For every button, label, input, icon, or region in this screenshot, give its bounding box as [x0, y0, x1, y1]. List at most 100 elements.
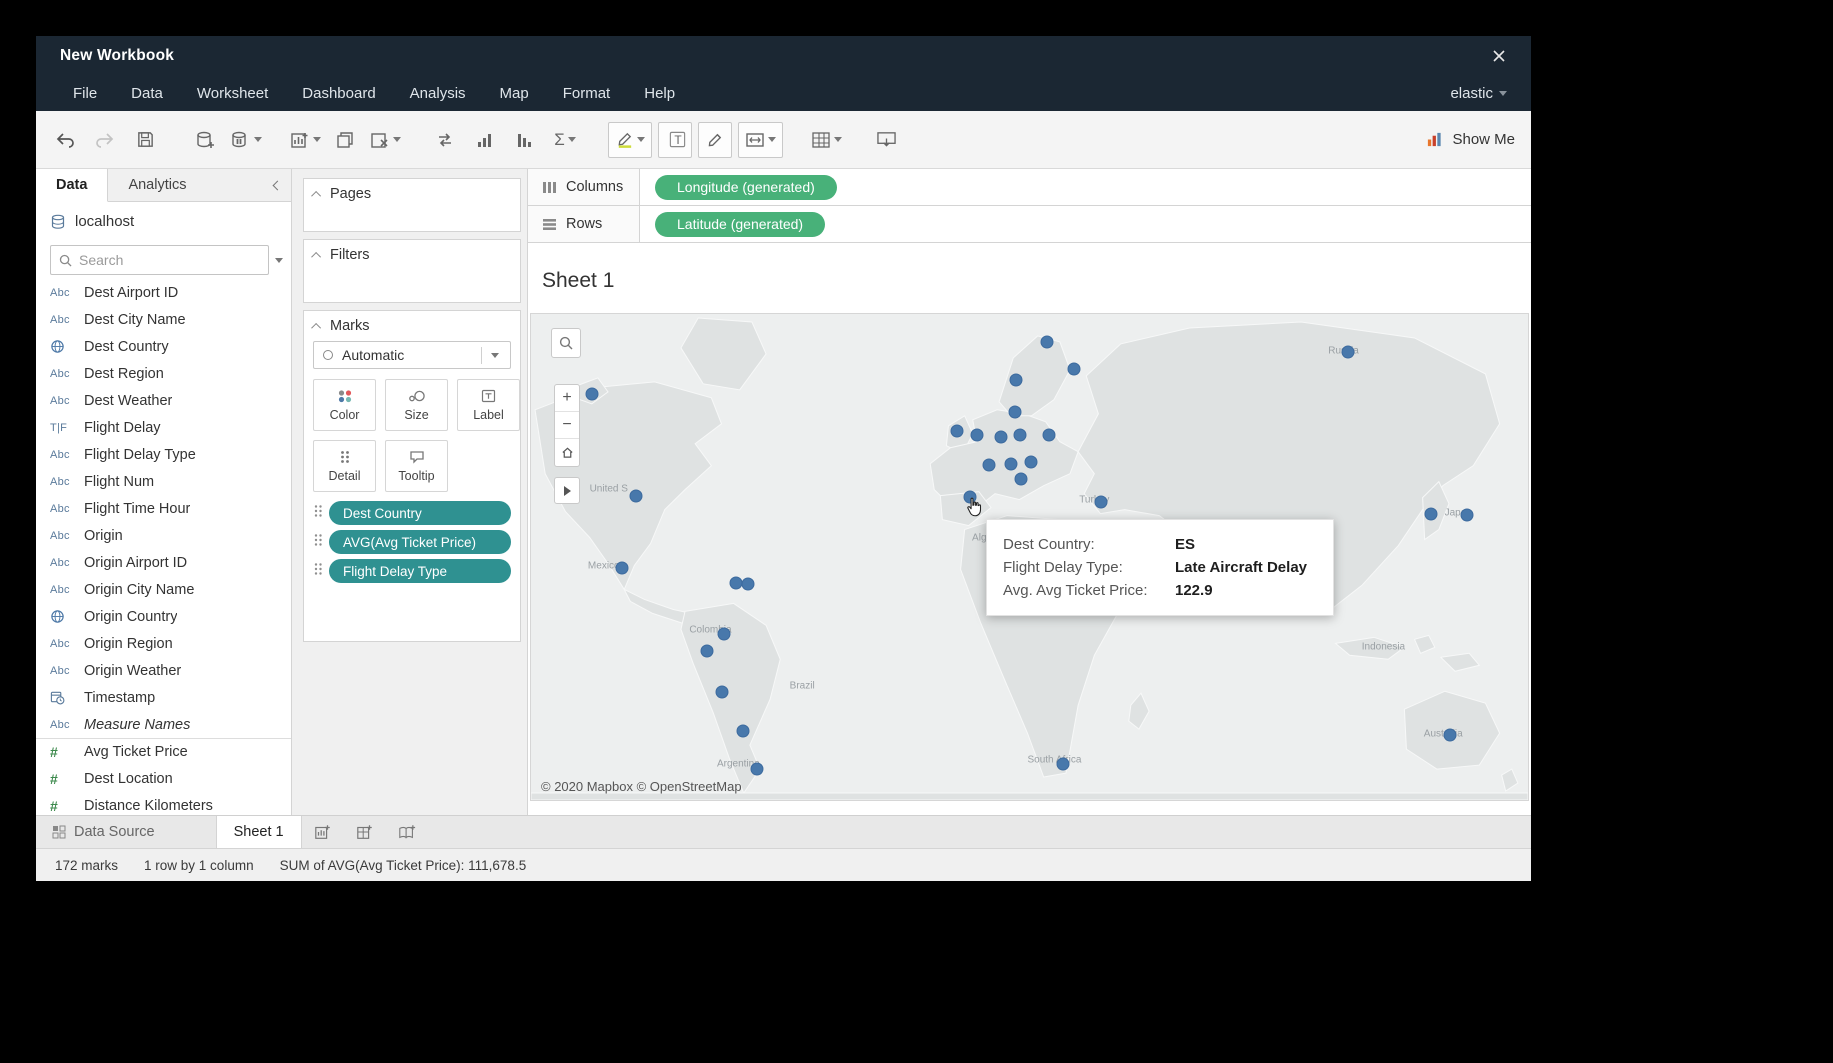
- map-mark[interactable]: [585, 387, 598, 400]
- field-distance-kilometers[interactable]: #Distance Kilometers: [36, 792, 291, 815]
- user-menu[interactable]: elastic: [1450, 85, 1507, 102]
- label-button[interactable]: Label: [457, 379, 520, 431]
- tab-data[interactable]: Data: [36, 169, 108, 202]
- redo-button[interactable]: [88, 122, 122, 158]
- field-dest-city-name[interactable]: AbcDest City Name: [36, 306, 291, 333]
- cell-size-button[interactable]: [809, 122, 843, 158]
- map-mark[interactable]: [1004, 457, 1017, 470]
- columns-pill-longitude[interactable]: Longitude (generated): [655, 175, 837, 200]
- map-mark[interactable]: [1444, 729, 1457, 742]
- map-mark[interactable]: [1068, 362, 1081, 375]
- size-button[interactable]: Size: [385, 379, 448, 431]
- field-avg-ticket-price[interactable]: #Avg Ticket Price: [36, 738, 291, 765]
- menu-item-format[interactable]: Format: [563, 85, 611, 102]
- marks-pill-dest-country[interactable]: Dest Country: [329, 501, 511, 525]
- map-plot[interactable]: + − Dest Country:ESFlight Delay Type:Lat…: [530, 313, 1529, 801]
- menu-item-map[interactable]: Map: [500, 85, 529, 102]
- rows-pill-latitude[interactable]: Latitude (generated): [655, 212, 825, 237]
- field-origin[interactable]: AbcOrigin: [36, 522, 291, 549]
- mark-type-selector[interactable]: Automatic: [313, 341, 511, 369]
- columns-shelf[interactable]: Columns Longitude (generated): [528, 169, 1531, 206]
- map-mark[interactable]: [615, 561, 628, 574]
- sheet-1-tab[interactable]: Sheet 1: [216, 816, 302, 848]
- new-data-source-button[interactable]: [188, 122, 222, 158]
- field-measure-names[interactable]: AbcMeasure Names: [36, 711, 291, 738]
- pause-updates-button[interactable]: [228, 122, 262, 158]
- map-mark[interactable]: [742, 578, 755, 591]
- field-dest-country[interactable]: Dest Country: [36, 333, 291, 360]
- view-options-caret-icon[interactable]: [275, 258, 283, 263]
- tab-analytics[interactable]: Analytics: [108, 169, 206, 201]
- map-mark[interactable]: [737, 724, 750, 737]
- map-mark[interactable]: [1014, 472, 1027, 485]
- map-mark[interactable]: [1008, 405, 1021, 418]
- map-mark[interactable]: [1057, 758, 1070, 771]
- rows-shelf[interactable]: Rows Latitude (generated): [528, 206, 1531, 243]
- save-button[interactable]: [128, 122, 162, 158]
- pages-card[interactable]: Pages: [303, 178, 521, 232]
- field-timestamp[interactable]: Timestamp: [36, 684, 291, 711]
- map-mark[interactable]: [716, 686, 729, 699]
- marks-pill-flight-delay-type[interactable]: Flight Delay Type: [329, 559, 511, 583]
- field-origin-weather[interactable]: AbcOrigin Weather: [36, 657, 291, 684]
- field-flight-time-hour[interactable]: AbcFlight Time Hour: [36, 495, 291, 522]
- undo-button[interactable]: [48, 122, 82, 158]
- field-dest-location[interactable]: #Dest Location: [36, 765, 291, 792]
- map-controls-flyout-button[interactable]: [554, 477, 580, 504]
- fit-selector[interactable]: [738, 122, 783, 158]
- presentation-mode-button[interactable]: [869, 122, 903, 158]
- map-mark[interactable]: [718, 628, 731, 641]
- menu-item-analysis[interactable]: Analysis: [410, 85, 466, 102]
- map-mark[interactable]: [1341, 345, 1354, 358]
- highlight-button[interactable]: [608, 122, 652, 158]
- totals-button[interactable]: Σ: [548, 122, 582, 158]
- map-mark[interactable]: [629, 489, 642, 502]
- menu-item-help[interactable]: Help: [644, 85, 675, 102]
- map-mark[interactable]: [982, 458, 995, 471]
- zoom-in-button[interactable]: +: [555, 385, 579, 412]
- data-source-connection[interactable]: localhost: [36, 202, 291, 241]
- map-mark[interactable]: [751, 762, 764, 775]
- field-flight-num[interactable]: AbcFlight Num: [36, 468, 291, 495]
- new-dashboard-tab-button[interactable]: [344, 816, 386, 848]
- map-mark[interactable]: [1425, 507, 1438, 520]
- marks-pill-avg-avg-ticket-price-[interactable]: AVG(Avg Ticket Price): [329, 530, 511, 554]
- zoom-out-button[interactable]: −: [555, 412, 579, 439]
- map-mark[interactable]: [701, 645, 714, 658]
- swap-axes-button[interactable]: [428, 122, 462, 158]
- field-flight-delay-type[interactable]: AbcFlight Delay Type: [36, 441, 291, 468]
- map-search-button[interactable]: [551, 328, 581, 358]
- map-mark[interactable]: [970, 428, 983, 441]
- collapse-panel-button[interactable]: [263, 169, 291, 201]
- detail-button[interactable]: Detail: [313, 440, 376, 492]
- map-mark[interactable]: [1043, 428, 1056, 441]
- zoom-home-button[interactable]: [555, 439, 579, 466]
- field-origin-country[interactable]: Origin Country: [36, 603, 291, 630]
- show-mark-labels-button[interactable]: T: [658, 122, 692, 158]
- field-dest-weather[interactable]: AbcDest Weather: [36, 387, 291, 414]
- menu-item-dashboard[interactable]: Dashboard: [302, 85, 375, 102]
- tooltip-button[interactable]: Tooltip: [385, 440, 448, 492]
- color-button[interactable]: Color: [313, 379, 376, 431]
- map-mark[interactable]: [1041, 335, 1054, 348]
- duplicate-button[interactable]: [328, 122, 362, 158]
- field-dest-airport-id[interactable]: AbcDest Airport ID: [36, 279, 291, 306]
- map-mark[interactable]: [1095, 495, 1108, 508]
- menu-item-data[interactable]: Data: [131, 85, 163, 102]
- new-worksheet-tab-button[interactable]: [302, 816, 344, 848]
- data-source-tab[interactable]: Data Source: [36, 816, 171, 848]
- map-mark[interactable]: [1025, 455, 1038, 468]
- search-input[interactable]: [79, 252, 260, 268]
- map-mark[interactable]: [1013, 428, 1026, 441]
- format-workbook-button[interactable]: [698, 122, 732, 158]
- map-mark[interactable]: [950, 424, 963, 437]
- close-icon[interactable]: [1491, 48, 1507, 64]
- field-origin-airport-id[interactable]: AbcOrigin Airport ID: [36, 549, 291, 576]
- filters-card[interactable]: Filters: [303, 239, 521, 303]
- clear-sheet-button[interactable]: [368, 122, 402, 158]
- sort-ascending-button[interactable]: [468, 122, 502, 158]
- map-mark[interactable]: [1009, 374, 1022, 387]
- field-origin-region[interactable]: AbcOrigin Region: [36, 630, 291, 657]
- menu-item-worksheet[interactable]: Worksheet: [197, 85, 268, 102]
- map-mark[interactable]: [994, 430, 1007, 443]
